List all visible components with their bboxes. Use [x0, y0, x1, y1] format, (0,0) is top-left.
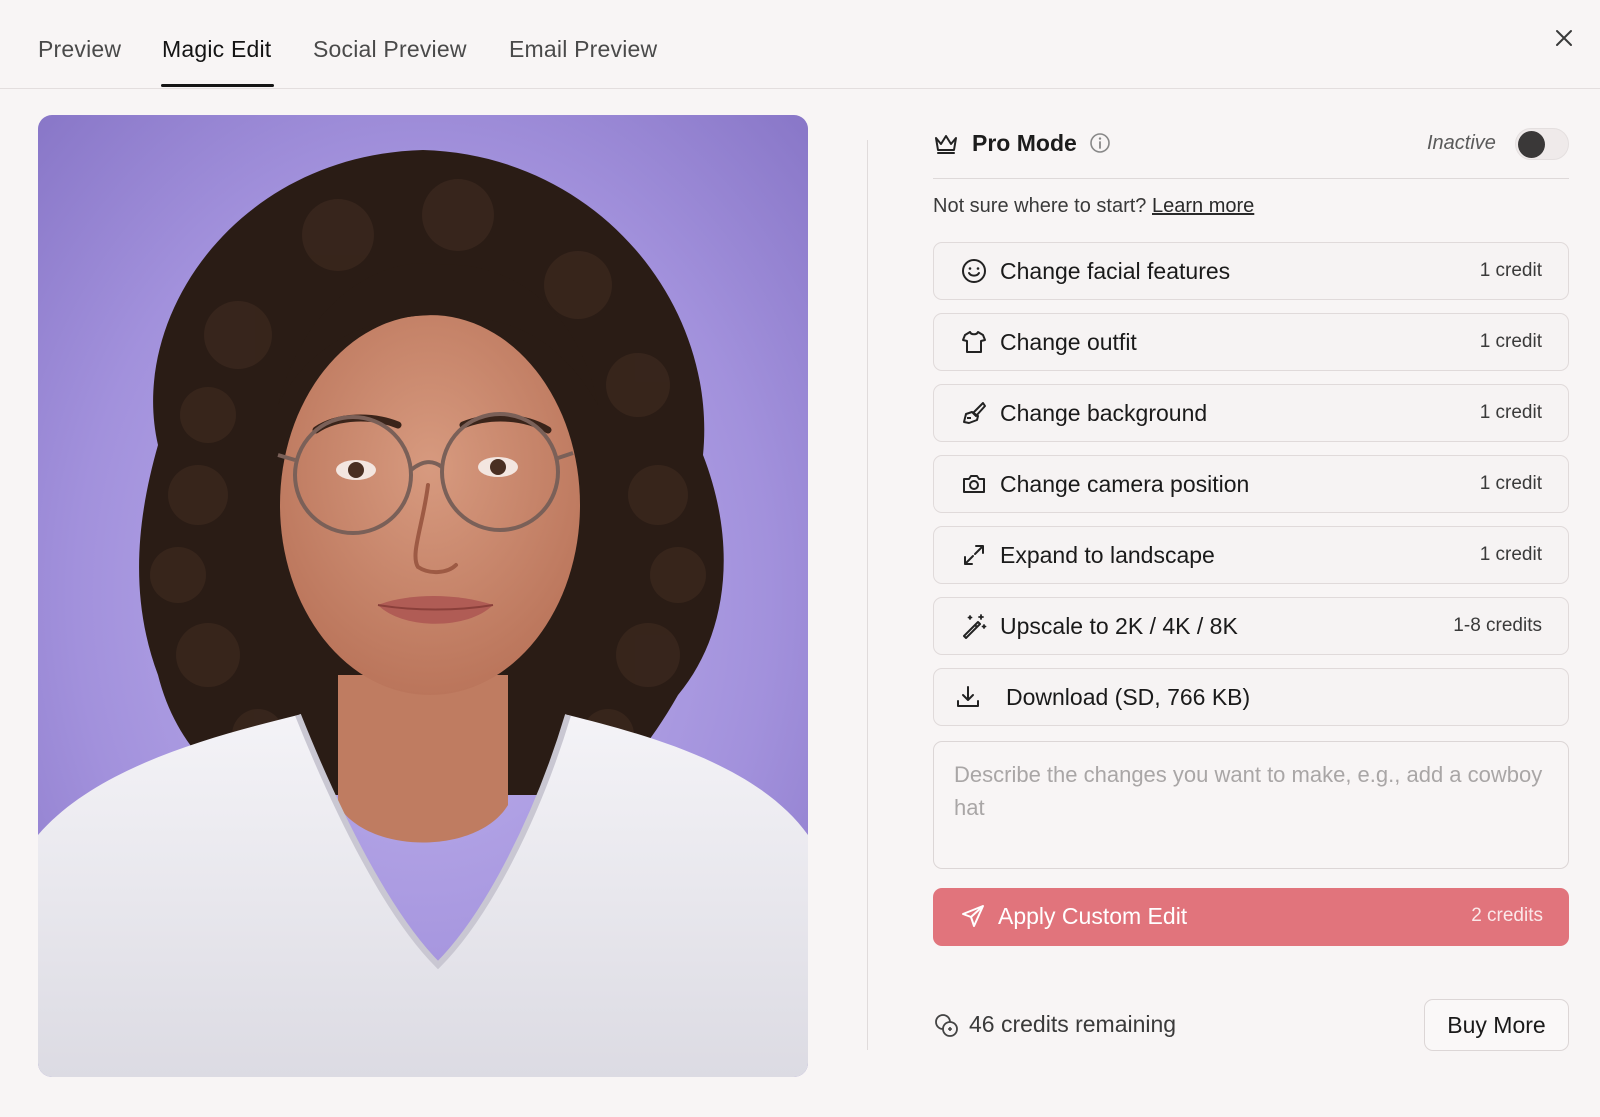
expand-to-landscape-button[interactable]: Expand to landscape 1 credit	[933, 526, 1569, 584]
info-icon[interactable]	[1089, 132, 1111, 154]
smile-icon	[962, 259, 986, 283]
toggle-knob	[1518, 131, 1545, 158]
option-cost: 1 credit	[1479, 473, 1542, 494]
buy-more-button[interactable]: Buy More	[1424, 999, 1569, 1051]
pro-mode-toggle[interactable]	[1515, 128, 1569, 160]
hint-text: Not sure where to start? Learn more	[933, 195, 1254, 218]
change-camera-position-button[interactable]: Change camera position 1 credit	[933, 455, 1569, 513]
option-label: Download (SD, 766 KB)	[1006, 684, 1251, 710]
close-button[interactable]	[1550, 24, 1578, 52]
option-label: Expand to landscape	[1000, 542, 1215, 568]
option-label: Change facial features	[1000, 258, 1231, 284]
send-icon	[962, 905, 984, 927]
option-label: Upscale to 2K / 4K / 8K	[1000, 613, 1238, 639]
tab-magic-edit[interactable]: Magic Edit	[162, 36, 271, 63]
panel-divider	[867, 140, 868, 1050]
download-button[interactable]: Download (SD, 766 KB)	[933, 668, 1569, 726]
option-label: Change background	[1000, 400, 1208, 426]
portrait-photo	[38, 115, 808, 1077]
tab-bar: Preview Magic Edit Social Preview Email …	[0, 0, 1600, 89]
option-cost: 1 credit	[1479, 544, 1542, 565]
pro-mode-label: Pro Mode	[972, 130, 1077, 156]
apply-label: Apply Custom Edit	[998, 903, 1188, 929]
section-divider	[933, 178, 1569, 179]
tab-preview[interactable]: Preview	[38, 36, 121, 63]
shirt-icon	[962, 331, 986, 353]
option-cost: 1 credit	[1479, 331, 1542, 352]
close-icon	[1556, 30, 1572, 46]
pro-mode-row: Pro Mode Inactive	[933, 125, 1569, 175]
apply-cost: 2 credits	[1471, 905, 1543, 926]
change-outfit-button[interactable]: Change outfit 1 credit	[933, 313, 1569, 371]
active-tab-indicator	[161, 84, 274, 87]
change-background-button[interactable]: Change background 1 credit	[933, 384, 1569, 442]
paintbrush-icon	[963, 402, 986, 424]
option-label: Change outfit	[1000, 329, 1137, 355]
credits-remaining: 46 credits remaining	[969, 1011, 1177, 1037]
upscale-button[interactable]: Upscale to 2K / 4K / 8K 1-8 credits	[933, 597, 1569, 655]
coins-icon	[935, 1014, 958, 1037]
change-facial-features-button[interactable]: Change facial features 1 credit	[933, 242, 1569, 300]
camera-icon	[963, 475, 985, 493]
magic-wand-icon	[963, 614, 987, 639]
download-icon	[957, 686, 979, 707]
apply-custom-edit-button[interactable]: Apply Custom Edit 2 credits	[933, 888, 1569, 946]
tab-email-preview[interactable]: Email Preview	[509, 36, 657, 63]
option-cost: 1 credit	[1479, 402, 1542, 423]
magic-edit-modal: Preview Magic Edit Social Preview Email …	[0, 0, 1600, 1117]
option-cost: 1-8 credits	[1453, 615, 1542, 636]
crown-icon	[935, 135, 957, 154]
hint-label: Not sure where to start?	[933, 195, 1147, 217]
option-cost: 1 credit	[1479, 260, 1542, 281]
learn-more-link[interactable]: Learn more	[1152, 195, 1254, 217]
option-label: Change camera position	[1000, 471, 1250, 497]
pro-mode-status: Inactive	[1427, 132, 1496, 154]
tab-social-preview[interactable]: Social Preview	[313, 36, 467, 63]
custom-edit-prompt[interactable]	[933, 741, 1569, 869]
expand-icon	[964, 545, 984, 565]
